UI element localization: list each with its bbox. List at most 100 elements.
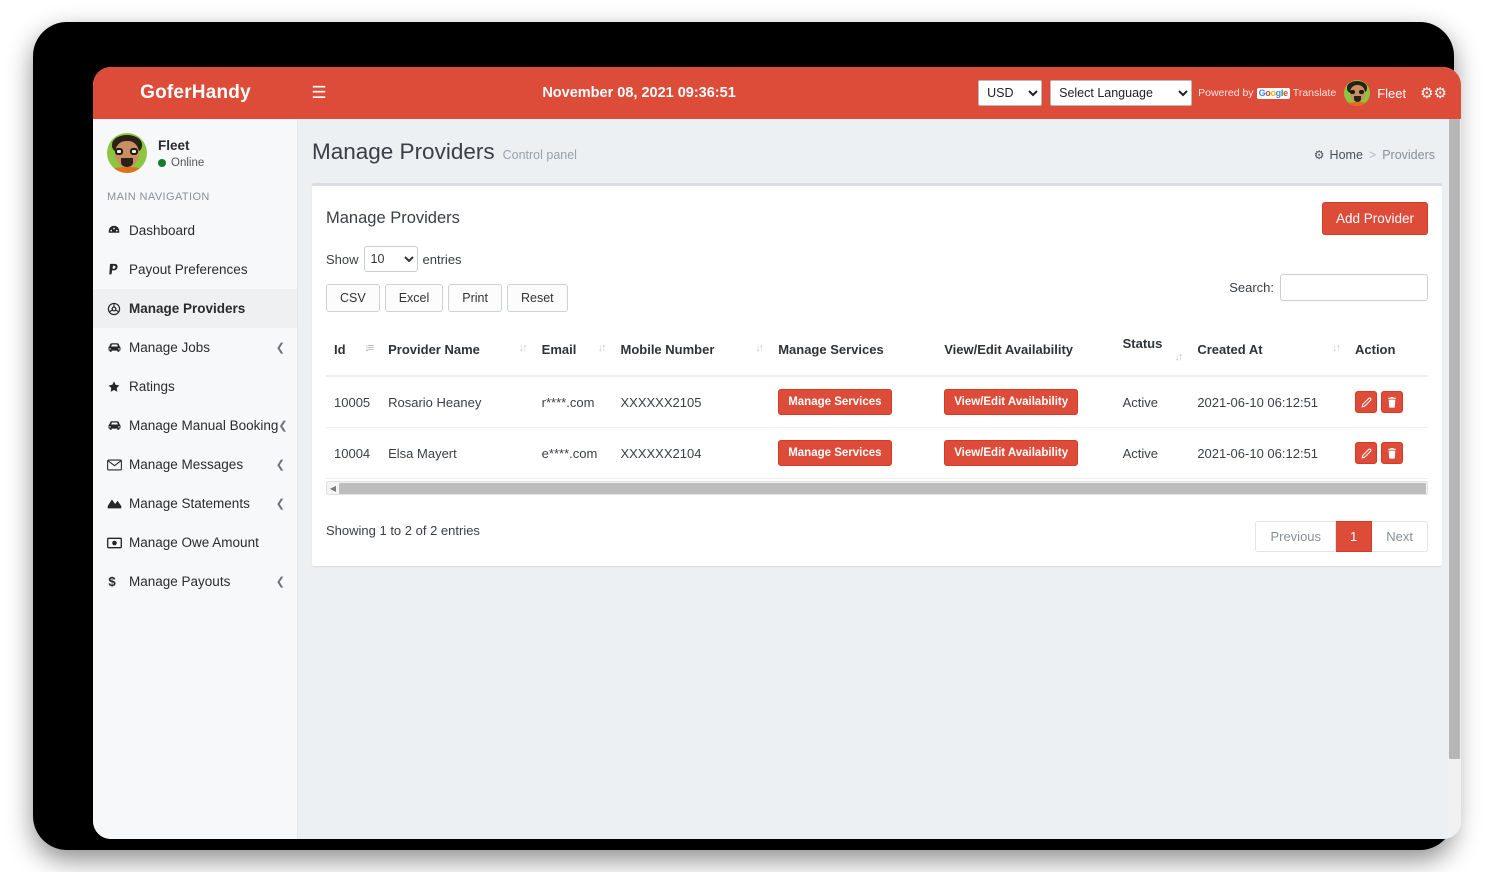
sidebar-item-manage-messages[interactable]: Manage Messages ❮ bbox=[93, 445, 297, 484]
language-select[interactable]: Select Language bbox=[1050, 80, 1193, 106]
svg-text:$: $ bbox=[108, 574, 116, 589]
sidebar-item-manage-jobs[interactable]: Manage Jobs ❮ bbox=[93, 328, 297, 367]
column-header-created-at[interactable]: Created At ↓↑ bbox=[1189, 326, 1347, 377]
export-csv-button[interactable]: CSV bbox=[326, 284, 380, 312]
current-datetime: November 08, 2021 09:36:51 bbox=[542, 85, 736, 101]
column-header-action: Action bbox=[1347, 326, 1428, 377]
sidebar-item-manage-providers[interactable]: Manage Providers bbox=[93, 289, 297, 328]
column-header-label: Id bbox=[334, 342, 346, 357]
cell-manage-services: Manage Services bbox=[770, 376, 937, 428]
manage-services-button[interactable]: Manage Services bbox=[778, 389, 892, 415]
manage-services-button[interactable]: Manage Services bbox=[778, 440, 892, 466]
breadcrumb-home-link[interactable]: ⚙ Home bbox=[1314, 148, 1363, 162]
pagination-page-1[interactable]: 1 bbox=[1336, 521, 1373, 552]
panel-title: Manage Providers bbox=[326, 208, 460, 227]
chart-area-icon bbox=[107, 497, 129, 510]
panel-body: Show 10 entries CSV Excel Print Reset Searc… bbox=[312, 242, 1442, 566]
paypal-icon bbox=[107, 263, 129, 277]
table-row: 10005 Rosario Heaney r****.com XXXXXX2105 Ma… bbox=[326, 376, 1428, 428]
money-bill-icon bbox=[107, 537, 129, 549]
cell-email: e****.com bbox=[533, 427, 613, 479]
sidebar-item-manage-statements[interactable]: Manage Statements ❮ bbox=[93, 484, 297, 523]
sidebar-item-manage-payouts[interactable]: $ Manage Payouts ❮ bbox=[93, 562, 297, 601]
column-header-email[interactable]: Email ↓↑ bbox=[533, 326, 613, 377]
cell-created-at: 2021-06-10 06:12:51 bbox=[1189, 376, 1347, 428]
entries-per-page-select[interactable]: 10 bbox=[363, 246, 418, 272]
column-header-label: Created At bbox=[1197, 342, 1263, 357]
trash-icon[interactable] bbox=[1381, 391, 1403, 413]
column-header-view-edit-availability: View/Edit Availability bbox=[936, 326, 1115, 377]
sort-asc-icon: ↓≡ bbox=[364, 342, 374, 354]
export-print-button[interactable]: Print bbox=[448, 284, 502, 312]
sidebar-user-status: Online bbox=[158, 157, 204, 169]
column-header-label: Mobile Number bbox=[620, 342, 715, 357]
cell-mobile-number: XXXXXX2104 bbox=[612, 427, 771, 479]
edit-icon[interactable] bbox=[1355, 442, 1377, 464]
sidebar-item-manage-owe-amount[interactable]: Manage Owe Amount bbox=[93, 523, 297, 562]
column-header-status[interactable]: Status ↓↑ bbox=[1114, 326, 1190, 377]
search-label: Search: bbox=[1229, 280, 1274, 295]
export-excel-button[interactable]: Excel bbox=[384, 284, 444, 312]
sidebar-item-label: Manage Messages bbox=[129, 457, 244, 472]
avatar bbox=[1344, 80, 1371, 106]
online-status-icon bbox=[158, 158, 166, 167]
cell-status: Active bbox=[1114, 376, 1190, 428]
providers-icon bbox=[107, 302, 129, 316]
datatable-scroll-container: Id ↓≡ Provider Name ↓↑ Email ↓↑ Mobile Number ↓… bbox=[326, 326, 1428, 495]
main-content: Manage Providers Control panel ⚙ Home > … bbox=[298, 119, 1461, 839]
powered-by-label: Powered by bbox=[1198, 87, 1254, 99]
cell-availability: View/Edit Availability bbox=[936, 376, 1115, 428]
header-user-menu[interactable]: Fleet bbox=[1344, 80, 1406, 106]
view-edit-availability-button[interactable]: View/Edit Availability bbox=[944, 440, 1079, 466]
cell-availability: View/Edit Availability bbox=[936, 427, 1115, 479]
top-navbar: GoferHandy ☰ November 08, 2021 09:36:51 … bbox=[93, 67, 1461, 119]
sidebar-item-ratings[interactable]: Ratings bbox=[93, 367, 297, 406]
page-title: Manage Providers bbox=[312, 139, 495, 164]
manage-providers-panel: Manage Providers Add Provider Show 10 en… bbox=[312, 183, 1442, 566]
scroll-left-arrow-icon[interactable]: ◀ bbox=[327, 484, 339, 493]
currency-select[interactable]: USD bbox=[978, 80, 1043, 106]
sidebar-item-payout-preferences[interactable]: Payout Preferences bbox=[93, 250, 297, 289]
gear-icon[interactable]: ⚙⚙ bbox=[1420, 84, 1451, 102]
topbar-right-group: USD Select Language Powered by Google Tr… bbox=[978, 67, 1461, 119]
pagination-previous[interactable]: Previous bbox=[1255, 521, 1337, 552]
sort-both-icon: ↓↑ bbox=[597, 342, 607, 354]
sidebar-item-label: Manage Payouts bbox=[129, 574, 231, 589]
sidebar-item-dashboard[interactable]: Dashboard bbox=[93, 211, 297, 250]
datatable-search-control: Search: bbox=[1229, 274, 1428, 301]
breadcrumb: ⚙ Home > Providers bbox=[1314, 148, 1435, 162]
app-brand-logo[interactable]: GoferHandy bbox=[93, 67, 298, 119]
cell-provider-name: Elsa Mayert bbox=[380, 427, 534, 479]
column-header-provider-name[interactable]: Provider Name ↓↑ bbox=[380, 326, 534, 377]
trash-icon[interactable] bbox=[1381, 442, 1403, 464]
column-header-manage-services: Manage Services bbox=[770, 326, 937, 377]
cell-manage-services: Manage Services bbox=[770, 427, 937, 479]
cell-status: Active bbox=[1114, 427, 1190, 479]
export-reset-button[interactable]: Reset bbox=[506, 284, 568, 312]
add-provider-button[interactable]: Add Provider bbox=[1321, 201, 1428, 235]
edit-icon[interactable] bbox=[1355, 391, 1377, 413]
datatable-footer: Showing 1 to 2 of 2 entries Previous 1 Nex… bbox=[326, 509, 1428, 552]
chevron-left-icon: ❮ bbox=[278, 420, 288, 432]
chevron-left-icon: ❮ bbox=[275, 459, 285, 471]
column-header-id[interactable]: Id ↓≡ bbox=[326, 326, 381, 377]
column-header-label: Provider Name bbox=[388, 342, 480, 357]
column-header-mobile-number[interactable]: Mobile Number ↓↑ bbox=[612, 326, 771, 377]
pagination-next[interactable]: Next bbox=[1372, 521, 1428, 552]
cell-created-at: 2021-06-10 06:12:51 bbox=[1189, 427, 1347, 479]
sort-both-icon: ↓↑ bbox=[755, 342, 764, 354]
cell-action bbox=[1347, 427, 1428, 479]
sidebar-item-label: Manage Owe Amount bbox=[129, 535, 259, 550]
sidebar-item-manage-manual-booking[interactable]: Manage Manual Booking ❮ bbox=[93, 406, 297, 445]
horizontal-scrollbar[interactable]: ◀ bbox=[326, 481, 1428, 495]
breadcrumb-current: Providers bbox=[1382, 148, 1435, 162]
page-scrollbar-thumb[interactable] bbox=[1449, 119, 1460, 759]
sidebar-user-panel[interactable]: Fleet Online bbox=[93, 119, 297, 185]
view-edit-availability-button[interactable]: View/Edit Availability bbox=[944, 389, 1079, 415]
page-vertical-scrollbar[interactable] bbox=[1448, 119, 1461, 839]
search-input[interactable] bbox=[1280, 274, 1428, 301]
horizontal-scrollbar-thumb[interactable] bbox=[339, 482, 1426, 494]
sidebar-user-name: Fleet bbox=[158, 137, 190, 153]
table-header-row: Id ↓≡ Provider Name ↓↑ Email ↓↑ Mobile Number ↓… bbox=[326, 326, 1428, 377]
cell-id: 10005 bbox=[326, 376, 381, 428]
